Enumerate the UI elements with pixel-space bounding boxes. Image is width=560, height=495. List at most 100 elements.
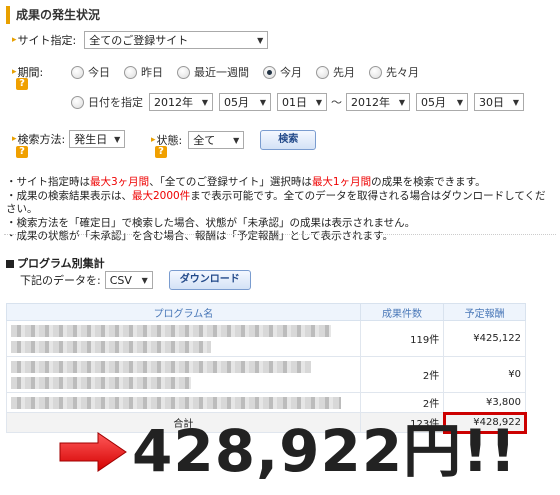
blurred-program-name <box>11 376 191 389</box>
bullet-icon: ▸ <box>151 135 156 145</box>
period-option-label: 先月 <box>333 66 355 79</box>
period-radio-custom[interactable]: 日付を指定 <box>71 94 143 110</box>
chevron-down-icon: ▼ <box>259 97 266 107</box>
radio-icon <box>316 65 329 79</box>
chevron-down-icon: ▼ <box>114 134 121 144</box>
bullet-icon: ▸ <box>12 67 17 77</box>
note-emphasis: 最大3ヶ月間 <box>90 176 150 188</box>
program-name-cell <box>6 392 361 413</box>
from-year-select[interactable]: 2012年 ▼ <box>149 93 213 111</box>
custom-date-row: 日付を指定 2012年 ▼ 05月 ▼ 01日 ▼ ～ 2012年 ▼ 05月 ▼ 30日… <box>71 93 524 111</box>
to-month-select[interactable]: 05月 ▼ <box>416 93 468 111</box>
period-option-label: 今日 <box>88 66 110 79</box>
radio-icon <box>177 65 190 79</box>
radio-icon <box>263 65 276 79</box>
big-total: 428,922円!! <box>132 417 518 485</box>
download-label: 下記のデータを: <box>20 274 101 287</box>
custom-date-label: 日付を指定 <box>88 96 143 109</box>
radio-icon <box>71 95 84 109</box>
radio-icon <box>71 65 84 79</box>
reward-cell: ¥3,800 <box>443 392 526 413</box>
note-emphasis: 最大2000件 <box>132 189 191 202</box>
help-icon[interactable]: ? <box>16 78 28 90</box>
period-radio-4[interactable]: 先月 <box>316 64 355 80</box>
table-row: 2件 ¥0 <box>6 356 526 393</box>
divider <box>4 234 556 235</box>
note-line: ・成果の検索結果表示は、最大2000件まで表示可能です。全てのデータを取得される… <box>6 190 546 217</box>
status-select[interactable]: 全て ▼ <box>188 131 245 149</box>
status-row: ▸ 状態: 全て ▼ 検索 <box>151 130 317 150</box>
results-table: プログラム名 成果件数 予定報酬 119件 ¥425,122 2件 ¥0 2件 … <box>6 303 527 434</box>
chevron-down-icon: ▼ <box>201 97 208 107</box>
count-cell: 2件 <box>359 392 445 413</box>
period-option-label: 昨日 <box>141 66 163 79</box>
chevron-down-icon: ▼ <box>456 97 463 107</box>
note-line: ・検索方法を「確定日」で検索した場合、状態が「未承認」の成果は表示されません。 <box>6 217 546 231</box>
chevron-down-icon: ▼ <box>315 97 322 107</box>
search-method-row: ▸ 検索方法: 発生日 ▼ <box>12 130 126 148</box>
program-section-title: プログラム別集計 <box>6 255 105 271</box>
to-day-select[interactable]: 30日 ▼ <box>474 93 524 111</box>
bullet-icon: ▸ <box>12 35 17 45</box>
method-select[interactable]: 発生日 ▼ <box>69 130 126 148</box>
format-select[interactable]: CSV ▼ <box>104 271 153 289</box>
to-year-select[interactable]: 2012年 ▼ <box>346 93 410 111</box>
note-text: ・成果の状態が「未承認」を含む場合、報酬は「予定報酬」として表示されます。 <box>6 230 394 242</box>
table-header: 予定報酬 <box>443 303 526 321</box>
period-option-label: 今月 <box>280 66 302 79</box>
help-icon[interactable]: ? <box>155 146 167 158</box>
help-icon[interactable]: ? <box>16 146 28 158</box>
table-header: 成果件数 <box>359 303 445 321</box>
blurred-program-name <box>11 360 311 373</box>
chevron-down-icon: ▼ <box>512 97 519 107</box>
period-radio-5[interactable]: 先々月 <box>369 64 419 80</box>
bullet-icon: ▸ <box>12 134 17 144</box>
note-text: の成果を検索できます。 <box>371 176 486 188</box>
note-text: ・検索方法を「確定日」で検索した場合、状態が「未承認」の成果は表示されません。 <box>6 216 416 229</box>
period-option-label: 最近一週間 <box>194 66 249 79</box>
table-header: プログラム名 <box>6 303 361 321</box>
note-text: 、「全てのご登録サイト」選択時は <box>149 176 312 188</box>
note-line: ・サイト指定時は最大3ヶ月間、「全てのご登録サイト」選択時は最大1ヶ月間の成果を… <box>6 176 546 190</box>
period-options: 今日 昨日 最近一週間 今月 先月 先々月 <box>71 64 433 80</box>
download-button[interactable]: ダウンロード <box>168 270 251 290</box>
program-name-cell <box>6 320 361 357</box>
period-radio-1[interactable]: 昨日 <box>124 64 163 80</box>
from-day-select[interactable]: 01日 ▼ <box>277 93 327 111</box>
reward-cell: ¥425,122 <box>443 320 526 357</box>
download-row: 下記のデータを: CSV ▼ ダウンロード <box>20 270 251 290</box>
note-emphasis: 最大1ヶ月間 <box>311 176 372 188</box>
count-cell: 2件 <box>359 356 445 393</box>
note-text: ・成果の検索結果表示は、 <box>6 189 132 202</box>
blurred-program-name <box>11 340 211 353</box>
chevron-down-icon: ▼ <box>141 275 148 285</box>
chevron-down-icon: ▼ <box>233 135 240 145</box>
site-row: ▸ サイト指定: 全てのご登録サイト ▼ <box>12 31 269 49</box>
period-radio-3[interactable]: 今月 <box>263 64 302 80</box>
arrow-right-icon <box>59 432 127 472</box>
blurred-program-name <box>11 396 341 409</box>
radio-icon <box>124 65 137 79</box>
period-radio-0[interactable]: 今日 <box>71 64 110 80</box>
period-option-label: 先々月 <box>386 66 419 79</box>
count-cell: 119件 <box>359 320 445 357</box>
site-label: サイト指定: <box>17 34 77 47</box>
chevron-down-icon: ▼ <box>257 35 264 45</box>
program-name-cell <box>6 356 361 393</box>
radio-icon <box>369 65 382 79</box>
site-select[interactable]: 全てのご登録サイト ▼ <box>84 31 269 49</box>
square-bullet-icon <box>6 260 14 268</box>
site-select-value: 全てのご登録サイト <box>89 34 189 47</box>
note-line: ・成果の状態が「未承認」を含む場合、報酬は「予定報酬」として表示されます。 <box>6 230 546 244</box>
reward-cell: ¥0 <box>443 356 526 393</box>
from-month-select[interactable]: 05月 ▼ <box>219 93 271 111</box>
search-button[interactable]: 検索 <box>260 130 317 150</box>
method-label: 検索方法: <box>17 133 66 146</box>
period-radio-2[interactable]: 最近一週間 <box>177 64 249 80</box>
note-text: ・サイト指定時は <box>6 176 90 188</box>
chevron-down-icon: ▼ <box>398 97 405 107</box>
table-row: 2件 ¥3,800 <box>6 392 526 413</box>
table-row: 119件 ¥425,122 <box>6 320 526 357</box>
date-separator: ～ <box>331 96 342 109</box>
blurred-program-name <box>11 324 331 337</box>
